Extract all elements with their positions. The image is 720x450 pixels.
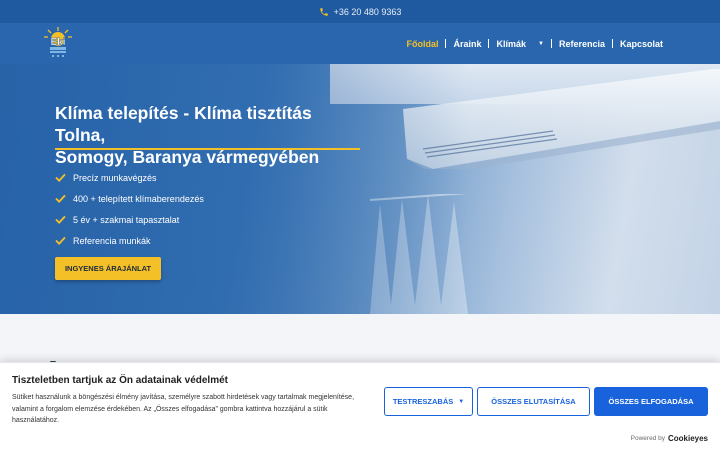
- chevron-down-icon[interactable]: ▼: [538, 41, 544, 47]
- cookie-title: Tiszteletben tartjuk az Ön adatainak véd…: [12, 375, 228, 386]
- top-bar: +36 20 480 9363: [0, 0, 720, 23]
- phone-icon: [319, 7, 328, 16]
- free-quote-button[interactable]: INGYENES ÁRAJÁNLAT: [55, 257, 161, 280]
- nav-item-referencia[interactable]: Referencia: [552, 39, 612, 49]
- headline-line-1: Klíma telepítés - Klíma tisztítás Tolna,: [55, 103, 312, 145]
- feature-item: Referencia munkák: [55, 230, 204, 251]
- customize-button[interactable]: TESTRESZABÁS ▼: [384, 387, 473, 416]
- headline-underline: [55, 148, 360, 150]
- feature-text: Precíz munkavégzés: [73, 172, 157, 183]
- cookie-description: Sütiket használunk a böngészési élmény j…: [12, 394, 355, 425]
- nav-label: Klímák: [496, 38, 526, 49]
- feature-item: 5 év + szakmai tapasztalat: [55, 209, 204, 230]
- cookieyes-brand[interactable]: Cookieyes: [668, 434, 708, 443]
- nav-item-klimak[interactable]: Klímák ▼: [489, 39, 550, 49]
- caret-down-icon: ▼: [458, 398, 465, 405]
- feature-item: 400 + telepített klímaberendezés: [55, 188, 204, 209]
- nav-item-araink[interactable]: Áraink: [446, 39, 488, 49]
- powered-by: Powered by Cookieyes: [631, 434, 708, 443]
- hero-section: Klíma telepítés - Klíma tisztítás Tolna,…: [0, 64, 720, 314]
- check-icon: [55, 173, 66, 182]
- phone-number-link[interactable]: +36 20 480 9363: [334, 7, 402, 17]
- nav-label: Referencia: [558, 38, 605, 49]
- headline-line-2: Somogy, Baranya vármegyében: [55, 147, 320, 167]
- check-icon: [55, 236, 66, 245]
- logo-text: Eki: [50, 37, 65, 48]
- nav-label: Áraink: [453, 38, 482, 49]
- nav-label: Főoldal: [406, 38, 439, 49]
- hero-headline: Klíma telepítés - Klíma tisztítás Tolna,…: [55, 102, 365, 168]
- main-navigation: Főoldal Áraink Klímák ▼ Referencia Kapcso…: [399, 23, 670, 64]
- check-icon: [55, 215, 66, 224]
- feature-item: Precíz munkavégzés: [55, 167, 204, 188]
- feature-text: Referencia munkák: [73, 235, 151, 246]
- check-icon: [55, 194, 66, 203]
- customize-label: TESTRESZABÁS: [392, 397, 454, 406]
- nav-item-kapcsolat[interactable]: Kapcsolat: [613, 39, 670, 49]
- feature-text: 5 év + szakmai tapasztalat: [73, 214, 180, 225]
- nav-label: Kapcsolat: [619, 38, 663, 49]
- main-header: Eki Főoldal Áraink Klímák ▼ Referencia Ka…: [0, 23, 720, 64]
- feature-list: Precíz munkavégzés 400 + telepített klím…: [55, 167, 204, 251]
- powered-by-text: Powered by: [630, 435, 665, 442]
- accept-all-button[interactable]: ÖSSZES ELFOGADÁSA: [594, 387, 708, 416]
- company-logo[interactable]: Eki: [44, 27, 72, 59]
- reject-all-button[interactable]: ÖSSZES ELUTASÍTÁSA: [477, 387, 590, 416]
- feature-text: 400 + telepített klímaberendezés: [73, 193, 204, 204]
- nav-item-fooldal[interactable]: Főoldal: [399, 39, 445, 49]
- cookie-consent-banner: Tiszteletben tartjuk az Ön adatainak véd…: [0, 362, 720, 450]
